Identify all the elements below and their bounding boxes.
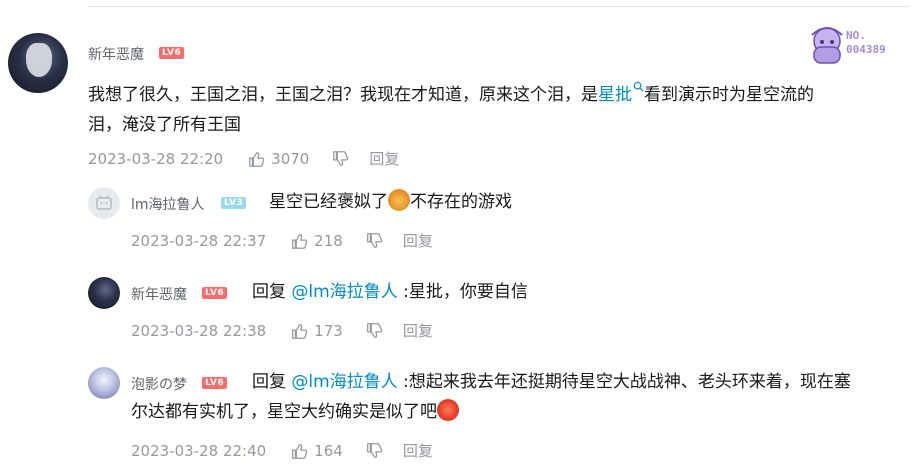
reply-time: 2023-03-28 22:37 — [131, 231, 267, 250]
thumbs-down-icon[interactable] — [365, 232, 383, 250]
reply-time: 2023-03-28 22:38 — [131, 321, 267, 340]
default-avatar-icon — [96, 195, 112, 210]
reply-content-line2: 尔达都有实机了，星空大约确实是似了吧 — [131, 397, 459, 427]
reply-avatar[interactable] — [88, 277, 120, 309]
level-badge: LV6 — [159, 47, 185, 59]
thumbs-up-icon[interactable] — [290, 322, 308, 340]
angry-emoji-icon — [437, 399, 459, 421]
thumbs-down-icon[interactable] — [331, 150, 349, 168]
reply-meta: 2023-03-28 22:37 218 回复 — [131, 230, 433, 251]
like-count: 164 — [314, 441, 343, 460]
reply-button[interactable]: 回复 — [403, 230, 433, 251]
reply-content: 回复 @lm海拉鲁人 :想起来我去年还挺期待星空大战战神、老头环来着，现在塞 — [252, 367, 912, 397]
reply-time: 2023-03-28 22:40 — [131, 441, 267, 460]
like-count: 218 — [314, 231, 343, 250]
thumbs-up-icon[interactable] — [290, 442, 308, 460]
reply-text: 星空已经褒姒了 — [269, 192, 388, 212]
level-badge: LV3 — [221, 197, 247, 209]
reply-text-cont: 不存在的游戏 — [410, 192, 512, 212]
reply-content: 星空已经褒姒了 不存在的游戏 — [269, 187, 512, 217]
search-icon[interactable] — [633, 81, 644, 92]
reply-text-cont: 尔达都有实机了，星空大约确实是似了吧 — [131, 402, 437, 422]
like-count: 3070 — [271, 149, 310, 168]
thumbs-down-icon[interactable] — [365, 322, 383, 340]
thumbs-up-icon[interactable] — [290, 232, 308, 250]
comment-text: 我想了很久，王国之泪，王国之泪？我现在才知道，原来这个泪，是 — [88, 85, 598, 105]
comment-text-line2: 泪，淹没了所有王国 — [88, 115, 241, 135]
like-count: 173 — [314, 321, 343, 340]
user-avatar[interactable] — [8, 33, 68, 93]
badge-number: 004389 — [846, 43, 886, 56]
comment-time: 2023-03-28 22:20 — [88, 149, 224, 168]
reply-avatar[interactable] — [88, 367, 120, 399]
reply-content: 回复 @lm海拉鲁人 :星批，你要自信 — [252, 277, 528, 307]
reply-meta: 2023-03-28 22:38 173 回复 — [131, 320, 433, 341]
reply-button[interactable]: 回复 — [403, 440, 433, 461]
reply-avatar[interactable] — [88, 187, 120, 219]
reply-button[interactable]: 回复 — [403, 320, 433, 341]
reply-meta: 2023-03-28 22:40 164 回复 — [131, 440, 433, 461]
reply-username[interactable]: 新年恶魔 — [131, 284, 187, 304]
comment-text-cont: 看到演示时为星空流的 — [644, 85, 814, 105]
mascot-icon — [811, 27, 843, 64]
level-badge: LV6 — [202, 287, 228, 299]
reply-text: :星批，你要自信 — [397, 282, 528, 302]
reply-prefix: 回复 — [252, 372, 292, 392]
crying-emoji-icon — [388, 189, 410, 211]
reply-button[interactable]: 回复 — [369, 148, 399, 169]
comment-meta: 2023-03-28 22:20 3070 回复 — [88, 148, 399, 169]
comment-content: 我想了很久，王国之泪，王国之泪？我现在才知道，原来这个泪，是星批 看到演示时为星空… — [88, 80, 908, 140]
reply-username[interactable]: 泡影の梦 — [131, 374, 187, 394]
reply-username[interactable]: lm海拉鲁人 — [131, 194, 205, 214]
reply-text: :想起来我去年还挺期待星空大战战神、老头环来着，现在塞 — [397, 372, 851, 392]
reply-prefix: 回复 — [252, 282, 292, 302]
search-link[interactable]: 星批 — [598, 85, 632, 105]
thumbs-up-icon[interactable] — [247, 150, 265, 168]
mention-link[interactable]: @lm海拉鲁人 — [291, 372, 397, 392]
fan-badge: NO. 004389 — [806, 25, 906, 67]
top-divider — [88, 6, 910, 7]
comment-username[interactable]: 新年恶魔 — [88, 44, 144, 64]
thumbs-down-icon[interactable] — [365, 442, 383, 460]
mention-link[interactable]: @lm海拉鲁人 — [291, 282, 397, 302]
level-badge: LV6 — [202, 377, 228, 389]
badge-no-label: NO. — [846, 29, 866, 42]
